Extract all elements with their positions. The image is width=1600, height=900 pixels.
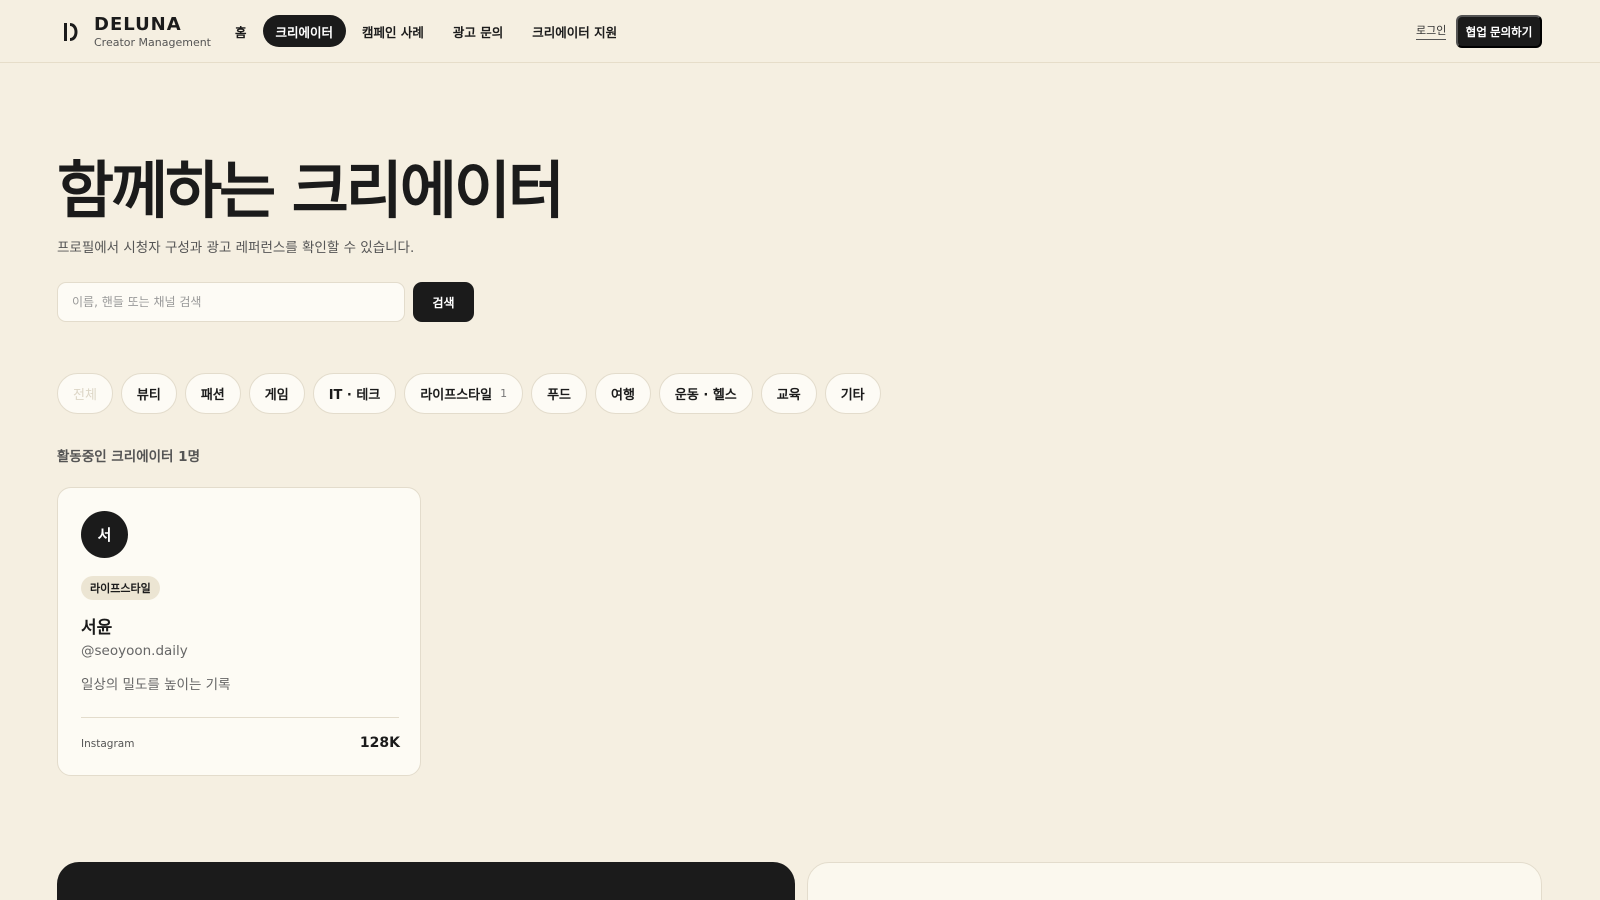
creator-description: 일상의 밀도를 높이는 기록 [81,677,231,693]
chip-label: 전체 [73,388,97,403]
category-chip-game[interactable]: 게임 [248,373,305,414]
search-input[interactable] [57,282,405,322]
chip-label: 운동 · 헬스 [674,388,737,403]
brand-logo[interactable]: DELUNA Creator Management [62,12,211,52]
top-navigation-bar: DELUNA Creator Management 홈 크리에이터 캠페인 사례… [0,0,1600,63]
nav-home[interactable]: 홈 [222,15,260,47]
chip-label: IT · 테크 [328,388,381,403]
creator-card[interactable]: 서 라이프스타일 서윤 @seoyoon.daily 일상의 밀도를 높이는 기… [57,487,421,776]
creator-name: 서윤 [81,618,113,638]
category-chip-education[interactable]: 교육 [760,373,817,414]
chip-label: 라이프스타일 [420,388,493,403]
chip-label: 뷰티 [136,388,161,403]
chip-label: 여행 [611,388,635,403]
chip-label: 게임 [264,388,289,403]
nav-ad-inquiry[interactable]: 광고 문의 [440,15,516,47]
page-subtitle: 프로필에서 시청자 구성과 광고 레퍼런스를 확인할 수 있습니다. [57,240,415,256]
creator-followers: 128K [359,735,400,751]
main-nav: 홈 크리에이터 캠페인 사례 광고 문의 크리에이터 지원 [222,15,633,47]
search-button[interactable]: 검색 [413,282,474,322]
category-chip-food[interactable]: 푸드 [531,373,587,414]
brand-name: DELUNA [94,14,182,35]
category-chip-fitness[interactable]: 운동 · 헬스 [658,373,753,414]
nav-campaign-cases[interactable]: 캠페인 사례 [349,15,437,47]
chip-count: 1 [500,387,508,400]
deluna-logo-icon [64,23,78,41]
category-chip-it-tech[interactable]: IT · 테크 [312,373,397,414]
chip-label: 교육 [776,388,801,403]
category-chip-etc[interactable]: 기타 [824,373,881,414]
creator-platform: Instagram [81,738,135,750]
category-filter: 전체 뷰티 패션 게임 IT · 테크 라이프스타일 1 푸드 여행 운동 · 헬… [57,373,889,414]
brand-subtitle: Creator Management [94,36,211,49]
category-chip-beauty[interactable]: 뷰티 [120,373,177,414]
category-chip-fashion[interactable]: 패션 [184,373,241,414]
light-promo-panel [807,862,1542,900]
category-chip-travel[interactable]: 여행 [595,373,651,414]
collaboration-inquiry-button[interactable]: 협업 문의하기 [1456,15,1542,48]
nav-creator-apply[interactable]: 크리에이터 지원 [519,15,630,47]
nav-creators[interactable]: 크리에이터 [262,15,347,47]
category-chip-lifestyle[interactable]: 라이프스타일 1 [404,373,524,414]
category-chip-all[interactable]: 전체 [57,373,113,414]
avatar: 서 [81,511,128,558]
chip-label: 푸드 [547,388,571,403]
page-title: 함께하는 크리에이터 [57,154,565,227]
category-tag: 라이프스타일 [81,576,160,600]
chip-label: 패션 [200,388,225,403]
card-divider [81,717,399,718]
chip-label: 기타 [840,388,865,403]
login-link[interactable]: 로그인 [1416,22,1447,40]
results-count: 활동중인 크리에이터 1명 [57,449,200,465]
creator-handle: @seoyoon.daily [81,643,188,659]
dark-promo-panel [57,862,795,900]
